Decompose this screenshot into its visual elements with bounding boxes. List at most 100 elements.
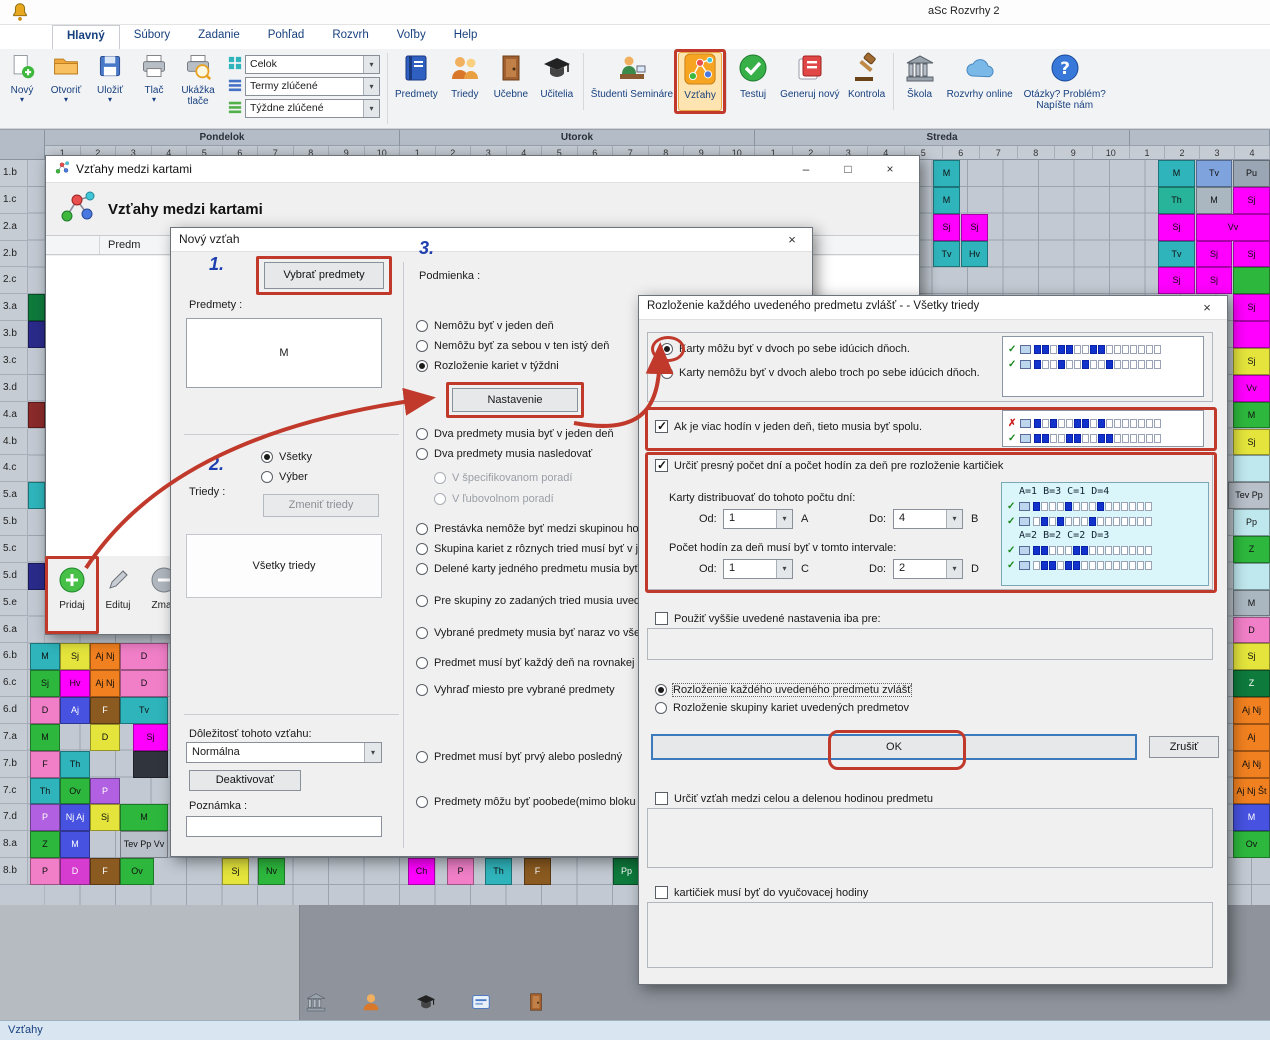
tudenti-button[interactable]: Študenti Semináre: [588, 52, 676, 111]
group-cards-radio[interactable]: [655, 702, 667, 714]
timetable-card[interactable]: Th: [485, 858, 512, 885]
ok-button[interactable]: OK: [651, 734, 1137, 760]
row-label[interactable]: 3.a: [0, 294, 28, 321]
zmenit-triedy-button[interactable]: Zmeniť triedy: [263, 494, 379, 517]
timetable-card[interactable]: Tv: [1158, 241, 1195, 268]
row-label[interactable]: 3.c: [0, 348, 28, 375]
subject-item[interactable]: M: [279, 347, 288, 359]
maximize-icon[interactable]: □: [827, 156, 869, 183]
chevron-down-icon[interactable]: ▾: [108, 96, 112, 104]
timetable-card[interactable]: Hv: [60, 670, 90, 697]
timetable-card[interactable]: [1233, 563, 1270, 590]
menu-tab-zadanie[interactable]: Zadanie: [184, 25, 254, 49]
condition-radio[interactable]: [416, 360, 428, 372]
timetable-card[interactable]: [1233, 321, 1270, 348]
timetable-card[interactable]: Th: [60, 751, 90, 778]
row-label[interactable]: 5.c: [0, 536, 28, 563]
timetable-card[interactable]: M: [933, 160, 960, 187]
otvori-button[interactable]: Otvoriť▾: [45, 52, 87, 107]
timetable-card[interactable]: Ov: [60, 778, 90, 805]
chevron-down-icon[interactable]: ▾: [363, 56, 379, 73]
timetable-card[interactable]: F: [90, 697, 120, 724]
condition-radio[interactable]: [416, 340, 428, 352]
row-label[interactable]: 4.c: [0, 455, 28, 482]
timetable-card[interactable]: [28, 321, 45, 348]
timetable-card[interactable]: Sj: [933, 214, 960, 241]
timetable-card[interactable]: Sj: [133, 724, 168, 751]
close-icon[interactable]: ×: [1187, 296, 1227, 320]
timetable-card[interactable]: Sj: [90, 804, 120, 831]
vsetky-radio-row[interactable]: Všetky: [261, 448, 312, 466]
uitelia-button[interactable]: Učitelia: [535, 52, 579, 111]
timetable-card[interactable]: F: [90, 858, 120, 885]
timetable-card[interactable]: Sj: [1233, 294, 1270, 321]
uebne-button[interactable]: Učebne: [489, 52, 533, 111]
timetable-card[interactable]: P: [447, 858, 474, 885]
row-label[interactable]: 7.c: [0, 778, 28, 805]
view-select[interactable]: Celok▾: [245, 55, 380, 74]
row-label[interactable]: 7.a: [0, 724, 28, 751]
dialog3-titlebar[interactable]: Rozloženie každého uvedeného predmetu zv…: [639, 296, 1227, 320]
row-label[interactable]: 2.a: [0, 214, 28, 241]
timetable-card[interactable]: Pu: [1233, 160, 1270, 187]
chevron-down-icon[interactable]: ▾: [152, 96, 156, 104]
consecutive-radio-row[interactable]: Karty môžu byť v dvoch po sebe idúcich d…: [661, 343, 910, 355]
dialog1-titlebar[interactable]: Vzťahy medzi kartami – □ ×: [46, 156, 919, 183]
timetable-card[interactable]: Aj Nj: [1233, 751, 1270, 778]
condition-radio[interactable]: [416, 320, 428, 332]
row-label[interactable]: 2.b: [0, 241, 28, 268]
lesson-checkbox[interactable]: [655, 886, 668, 899]
timetable-card[interactable]: M: [30, 724, 60, 751]
condition-radio[interactable]: [434, 493, 446, 505]
timetable-card[interactable]: D: [120, 643, 168, 670]
row-label[interactable]: 3.b: [0, 321, 28, 348]
vsetky-radio[interactable]: [261, 451, 273, 463]
view-select[interactable]: Termy zlúčené▾: [245, 77, 380, 96]
importance-select[interactable]: Normálna ▾: [186, 742, 382, 763]
row-label[interactable]: 4.a: [0, 402, 28, 429]
not-consecutive-radio[interactable]: [661, 367, 673, 379]
menu-tab-rozvrh[interactable]: Rozvrh: [318, 25, 382, 49]
timetable-card[interactable]: M: [60, 831, 90, 858]
nov-button[interactable]: Nový▾: [1, 52, 43, 107]
condition-radio[interactable]: [434, 472, 446, 484]
minimize-icon[interactable]: –: [785, 156, 827, 183]
view-select[interactable]: Týždne zlúčené▾: [245, 99, 380, 118]
timetable-card[interactable]: Sj: [1233, 241, 1270, 268]
otzky-button[interactable]: ?Otázky? Problém? Napíšte nám: [1018, 52, 1112, 111]
row-label[interactable]: 1.c: [0, 187, 28, 214]
timetable-card[interactable]: Tv: [1196, 160, 1232, 187]
row-label[interactable]: 6.c: [0, 670, 28, 697]
timetable-card[interactable]: Vv: [1196, 214, 1270, 241]
zrusit-button[interactable]: Zrušiť: [1149, 736, 1219, 758]
testuj-button[interactable]: Testuj: [731, 52, 775, 111]
teachers-icon[interactable]: [415, 991, 437, 1016]
each-subject-radio-row[interactable]: Rozloženie každého uvedeného predmetu zv…: [655, 684, 911, 696]
timetable-card[interactable]: Z: [30, 831, 60, 858]
timetable-card[interactable]: [28, 482, 45, 509]
timetable-card[interactable]: [1233, 267, 1270, 294]
timetable-card[interactable]: Sj: [60, 643, 90, 670]
row-label[interactable]: 6.a: [0, 617, 28, 644]
row-label[interactable]: 8.a: [0, 831, 28, 858]
deaktivovat-button[interactable]: Deaktivovať: [189, 770, 301, 791]
timetable-card[interactable]: D: [120, 670, 168, 697]
timetable-card[interactable]: F: [524, 858, 551, 885]
timetable-card[interactable]: D: [30, 697, 60, 724]
group-cards-radio-row[interactable]: Rozloženie skupiny kariet uvedených pred…: [655, 702, 909, 714]
menu-tab-pohad[interactable]: Pohľad: [254, 25, 319, 49]
row-label[interactable]: 4.b: [0, 429, 28, 456]
uloi-button[interactable]: Uložiť▾: [89, 52, 131, 107]
timetable-card[interactable]: Sj: [30, 670, 60, 697]
timetable-card[interactable]: P: [30, 858, 60, 885]
chevron-down-icon[interactable]: ▾: [364, 743, 381, 762]
kontrola-button[interactable]: Kontrola: [845, 52, 889, 111]
nastavenie-button[interactable]: Nastavenie: [452, 388, 578, 412]
timetable-card[interactable]: Ov: [1233, 831, 1270, 858]
chevron-down-icon[interactable]: ▾: [20, 96, 24, 104]
timetable-card[interactable]: M: [1233, 402, 1270, 429]
timetable-card[interactable]: M: [1233, 804, 1270, 831]
timetable-card[interactable]: M: [30, 643, 60, 670]
row-label[interactable]: 7.d: [0, 804, 28, 831]
timetable-card[interactable]: Tv: [933, 241, 960, 268]
